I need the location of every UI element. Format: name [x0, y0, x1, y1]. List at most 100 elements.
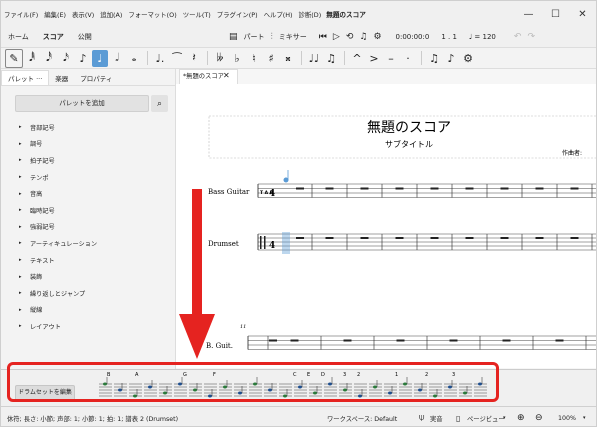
menu-plugins[interactable]: プラグイン(P)	[214, 10, 261, 19]
menu-diagnostic[interactable]: 診断(D)	[296, 10, 325, 19]
palette-item[interactable]: ▸ 装飾	[19, 268, 97, 285]
natural-icon[interactable]: ♮	[246, 50, 262, 67]
tab-home[interactable]: ホーム	[1, 32, 36, 42]
rest-icon[interactable]: 𝄽	[186, 50, 202, 67]
time-signature: 4	[269, 189, 275, 199]
page-view-icon[interactable]: ▯	[456, 414, 460, 423]
menu-view[interactable]: 表示(V)	[69, 10, 97, 19]
toolbar-settings-icon[interactable]: ⚙	[460, 50, 476, 67]
whole-rest	[395, 187, 404, 190]
duration-16th-icon[interactable]: 𝅘𝅥𝅯	[58, 50, 74, 67]
palette-item-label: 音高	[30, 191, 43, 199]
flat-icon[interactable]: ♭	[229, 50, 245, 67]
palette-item[interactable]: ▸ 拍子記号	[19, 152, 97, 169]
score-subtitle[interactable]: サブタイトル	[385, 139, 433, 149]
toolbar-separator	[344, 51, 345, 65]
palette-item[interactable]: ▸ レイアウト	[19, 318, 97, 335]
marcato-icon[interactable]: ^	[349, 50, 365, 67]
palette-item[interactable]: ▸ アーティキュレーション	[19, 235, 97, 252]
tie-icon[interactable]: ⁀	[169, 50, 185, 67]
close-button[interactable]: ✕	[569, 1, 596, 27]
tab-publish[interactable]: 公開	[71, 32, 99, 42]
palette-item[interactable]: ▸ 臨時記号	[19, 202, 97, 219]
mixer-button[interactable]: ミキサー	[279, 32, 307, 42]
score-title[interactable]: 無題のスコア	[367, 120, 451, 136]
tuning-fork-icon[interactable]: ⍦	[419, 413, 424, 423]
staccato-icon[interactable]: ·	[400, 50, 416, 67]
parts-button[interactable]: パート	[244, 32, 265, 42]
minimize-button[interactable]: —	[515, 1, 542, 27]
main-window: ファイル(F) 編集(E) 表示(V) 追加(A) フォーマット(O) ツール(…	[0, 0, 597, 427]
maximize-button[interactable]: ☐	[542, 1, 569, 27]
loop-icon[interactable]: ⟲	[346, 32, 354, 42]
view-mode-select[interactable]: ページビュー	[467, 414, 505, 423]
search-icon[interactable]: ⌕	[151, 95, 168, 112]
tab-properties[interactable]: プロパティ	[74, 71, 118, 85]
zoom-in-icon[interactable]: ⊕	[517, 413, 525, 423]
zoom-out-icon[interactable]: ⊖	[535, 413, 543, 423]
drum-staff: 4	[257, 233, 596, 251]
add-palette-button[interactable]: パレットを追加	[15, 95, 149, 112]
double-sharp-icon[interactable]: 𝄪	[280, 50, 296, 67]
palette-item[interactable]: ▸ 強弱記号	[19, 219, 97, 236]
score-view[interactable]: 無題のスコア サブタイトル 作曲者: Bass Guitar Drumset T…	[176, 84, 596, 368]
menu-tools[interactable]: ツール(T)	[180, 10, 214, 19]
menu-add[interactable]: 追加(A)	[97, 10, 125, 19]
tuplet-icon[interactable]: ♩♩	[306, 50, 322, 67]
palette-item[interactable]: ▸ テンポ	[19, 169, 97, 186]
duration-quarter-icon[interactable]: ♩	[92, 49, 108, 67]
palette-item-label: 拍子記号	[30, 157, 55, 165]
duration-whole-icon[interactable]: 𝅝	[126, 50, 142, 67]
close-tab-icon[interactable]: ✕	[223, 69, 230, 83]
tenuto-icon[interactable]: –	[383, 50, 399, 67]
tab-instruments[interactable]: 楽器	[49, 71, 74, 85]
duration-64th-icon[interactable]: 𝅘𝅥𝅱	[24, 50, 40, 67]
duration-8th-icon[interactable]: ♪	[75, 50, 91, 67]
zoom-level[interactable]: 100%	[558, 415, 576, 422]
tab-score[interactable]: スコア	[36, 32, 71, 42]
note-input-pen-icon[interactable]: ✎	[5, 48, 23, 68]
undo-icon[interactable]: ↶	[514, 32, 522, 42]
chevron-down-icon[interactable]: ▾	[503, 415, 506, 421]
voice-icon[interactable]: ♪	[443, 50, 459, 67]
palette-item[interactable]: ▸ テキスト	[19, 252, 97, 269]
expand-arrow-icon: ▸	[19, 323, 22, 330]
mixer-icon[interactable]: ⫶	[271, 32, 273, 42]
whole-rest	[325, 237, 334, 239]
accent-icon[interactable]: >	[366, 50, 382, 67]
beam-icon[interactable]: ♫	[323, 50, 339, 67]
palette-item-label: 縦線	[30, 307, 43, 315]
palette-item[interactable]: ▸ 縦線	[19, 302, 97, 319]
palette-item[interactable]: ▸ 音部記号	[19, 119, 97, 136]
palette-item[interactable]: ▸ 調号	[19, 136, 97, 153]
flip-direction-icon[interactable]: ♫	[426, 50, 442, 67]
rewind-icon[interactable]: ⏮	[319, 32, 327, 42]
duration-half-icon[interactable]: 𝅗𝅥	[109, 50, 125, 67]
playback-settings-icon[interactable]: ⚙	[373, 32, 381, 42]
palette-item[interactable]: ▸ 音高	[19, 185, 97, 202]
metronome-icon[interactable]: ♫	[359, 32, 367, 42]
augmentation-dot-icon[interactable]: ♩.	[152, 50, 168, 67]
menu-edit[interactable]: 編集(E)	[41, 10, 69, 19]
duration-32nd-icon[interactable]: 𝅘𝅥𝅰	[41, 50, 57, 67]
menu-file[interactable]: ファイル(F)	[1, 10, 41, 19]
panel-menu-icon[interactable]: ···	[36, 75, 42, 83]
double-flat-icon[interactable]: 𝄫	[212, 50, 228, 67]
chevron-down-icon[interactable]: ▾	[583, 415, 586, 421]
tab-palettes[interactable]: パレット ···	[1, 70, 50, 85]
menu-help[interactable]: ヘルプ(H)	[261, 10, 296, 19]
play-icon[interactable]: ▷	[333, 32, 340, 42]
palette-item[interactable]: ▸ 繰り返しとジャンプ	[19, 285, 97, 302]
expand-arrow-icon: ▸	[19, 240, 22, 247]
redo-icon[interactable]: ↷	[527, 32, 535, 42]
sharp-icon[interactable]: ♯	[263, 50, 279, 67]
status-selection: 休符; 長さ: 小節; 声部: 1; 小節: 1; 拍: 1; 譜表 2 (Dr…	[7, 415, 179, 423]
score-composer[interactable]: 作曲者:	[562, 149, 582, 157]
parts-icon[interactable]: ▤	[229, 32, 238, 42]
bass-tab-staff-system2	[247, 335, 596, 350]
bass-tab-staff: T A B4	[257, 183, 596, 199]
menu-format[interactable]: フォーマット(O)	[125, 10, 179, 19]
status-workspace[interactable]: ワークスペース: Default	[327, 414, 397, 423]
concert-pitch-toggle[interactable]: 実音	[430, 414, 443, 423]
whole-rest	[430, 187, 439, 190]
